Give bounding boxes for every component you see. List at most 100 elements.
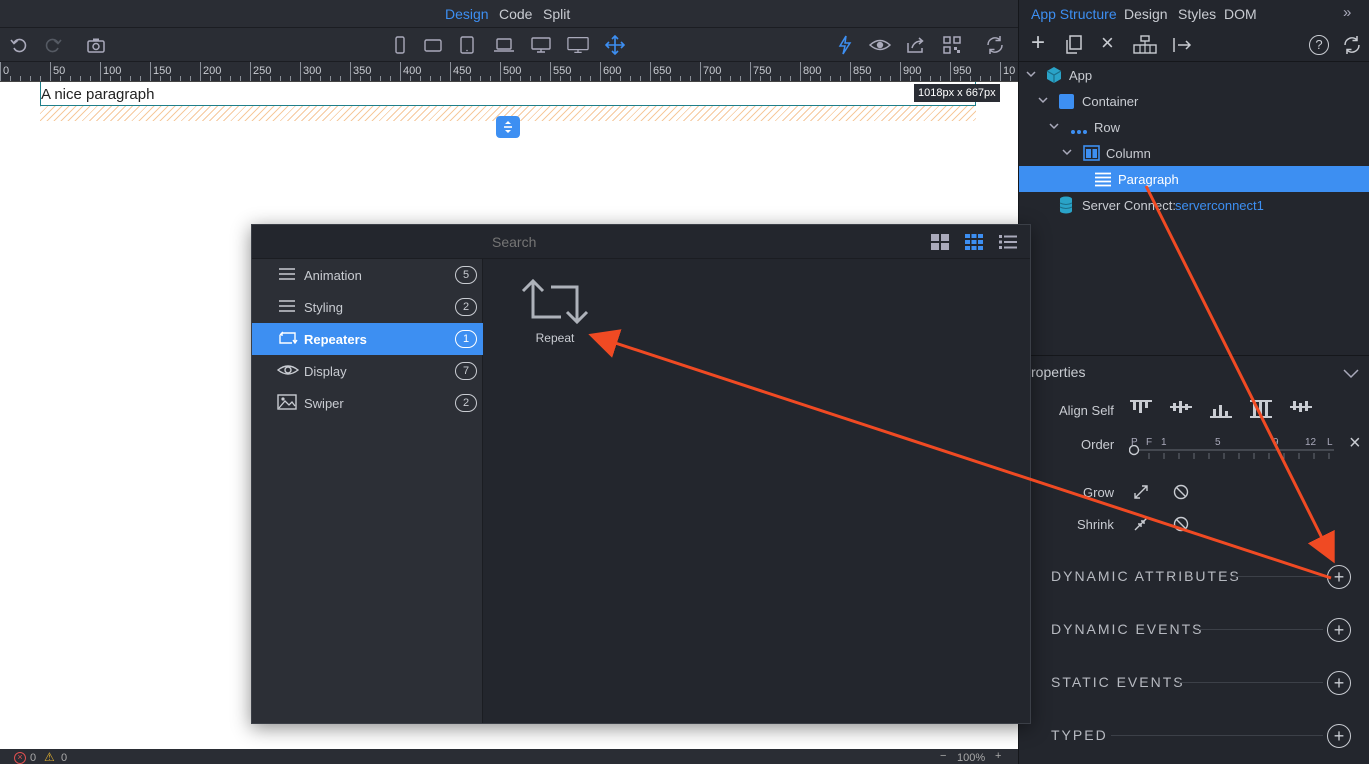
chevron-down-icon[interactable] [1037,94,1049,109]
preview-eye-icon[interactable] [869,34,891,56]
add-dynamic-attribute-icon[interactable]: + [1327,565,1351,589]
ruler-tick-label: 850 [853,65,871,77]
desktop-icon[interactable] [530,34,552,56]
tab-app-structure[interactable]: App Structure [1031,6,1117,22]
ruler-tick-label: 550 [553,65,571,77]
align-stretch-icon[interactable] [1249,400,1273,423]
undo-icon[interactable] [8,34,30,56]
align-baseline-icon[interactable] [1289,400,1313,419]
add-typed-icon[interactable]: + [1327,724,1351,748]
category-styling[interactable]: Styling 2 [252,291,483,323]
grow-none-icon[interactable] [1173,484,1189,505]
fit-arrows-icon[interactable] [604,34,626,56]
lines-icon [277,266,297,284]
delete-icon[interactable]: × [1101,31,1114,55]
align-center-icon[interactable] [1169,400,1193,419]
category-count: 5 [455,266,477,284]
category-display[interactable]: Display 7 [252,355,483,387]
search-input[interactable] [492,231,912,253]
tab-panel-design[interactable]: Design [1124,6,1168,22]
move-out-icon[interactable] [1172,35,1192,60]
zoom-in-icon[interactable]: + [995,750,1001,762]
ruler-tick-label: 200 [203,65,221,77]
container-icon [1059,94,1074,109]
refresh-icon[interactable] [984,34,1006,56]
chevron-down-icon[interactable] [1025,68,1037,83]
collapse-panel-icon[interactable]: » [1343,4,1351,21]
column-icon [1083,145,1100,164]
phone-landscape-icon[interactable] [422,34,444,56]
toolbar [0,28,1018,62]
zoom-out-icon[interactable]: − [940,750,946,762]
tab-styles[interactable]: Styles [1178,6,1216,22]
duplicate-icon[interactable] [1065,35,1083,60]
tablet-icon[interactable] [456,34,478,56]
tree-item-column[interactable]: Column [1019,140,1369,166]
shrink-compress-icon[interactable] [1133,516,1149,537]
section-static-events[interactable]: STATIC EVENTS [1051,674,1185,690]
screenshot-icon[interactable] [85,34,107,56]
tree-item-row[interactable]: Row [1019,114,1369,140]
section-typed[interactable]: TYPED [1051,727,1108,743]
add-dynamic-event-icon[interactable]: + [1327,618,1351,642]
lines-icon [277,298,297,316]
category-sidebar: Animation 5 Styling 2 Repeaters 1 Displa… [252,259,483,723]
grid-small-view-icon[interactable] [965,234,983,255]
add-static-event-icon[interactable]: + [1327,671,1351,695]
category-repeaters[interactable]: Repeaters 1 [252,323,483,355]
shrink-label: Shrink [1077,517,1114,532]
row-dots-icon [1070,123,1088,138]
help-icon[interactable]: ? [1309,35,1329,55]
category-swiper[interactable]: Swiper 2 [252,387,483,419]
align-start-icon[interactable] [1129,400,1153,419]
grow-expand-icon[interactable] [1133,484,1149,505]
chevron-down-icon[interactable] [1061,146,1073,161]
laptop-icon[interactable] [493,34,515,56]
category-animation[interactable]: Animation 5 [252,259,483,291]
tree-item-app[interactable]: App [1019,62,1369,88]
warning-count[interactable]: 0 [61,752,67,764]
align-end-icon[interactable] [1209,402,1233,423]
ruler-tick-label: 900 [903,65,921,77]
divider [1231,576,1323,577]
paragraph-element[interactable]: A nice paragraph [40,82,976,106]
tree-item-container[interactable]: Container [1019,88,1369,114]
tab-code[interactable]: Code [499,6,532,22]
qr-code-icon[interactable] [941,34,963,56]
sync-icon[interactable] [1341,35,1363,60]
category-count: 2 [455,298,477,316]
section-dynamic-events[interactable]: DYNAMIC EVENTS [1051,621,1203,637]
tree-label-row: Row [1094,119,1121,135]
error-count[interactable]: 0 [30,752,36,764]
chevron-down-icon[interactable] [1343,366,1359,384]
resize-handle-button[interactable] [496,116,520,138]
grid-large-view-icon[interactable] [931,234,949,255]
tree-item-server-connect[interactable]: Server Connect: serverconnect1 [1019,192,1369,218]
lightning-icon[interactable] [834,34,856,56]
ruler-tick-label: 300 [303,65,321,77]
ruler-tick-label: 50 [53,65,65,77]
share-icon[interactable] [905,34,927,56]
shrink-none-icon[interactable] [1173,516,1189,537]
divider [1111,735,1323,736]
order-slider[interactable]: P F 1 5 9 12 L [1129,437,1339,461]
list-view-icon[interactable] [999,234,1017,255]
clear-order-icon[interactable]: × [1349,432,1361,455]
structure-wrap-icon[interactable] [1132,35,1158,60]
tab-design[interactable]: Design [445,6,489,22]
tab-dom[interactable]: DOM [1224,6,1257,22]
ruler-tick-label: 500 [503,65,521,77]
large-desktop-icon[interactable] [567,34,589,56]
item-repeat[interactable]: Repeat [510,279,600,351]
phone-portrait-icon[interactable] [389,34,411,56]
chevron-down-icon[interactable] [1048,120,1060,135]
redo-icon[interactable] [42,34,64,56]
add-icon[interactable]: + [1031,30,1045,56]
align-self-label: Align Self [1059,403,1114,418]
tab-split[interactable]: Split [543,6,570,22]
section-dynamic-attributes[interactable]: DYNAMIC ATTRIBUTES [1051,568,1241,584]
right-panel: App Structure Design Styles DOM » + × ? … [1018,0,1369,764]
ruler-tick-label: 250 [253,65,271,77]
ruler-tick-label: 950 [953,65,971,77]
tree-item-paragraph[interactable]: Paragraph [1019,166,1369,192]
